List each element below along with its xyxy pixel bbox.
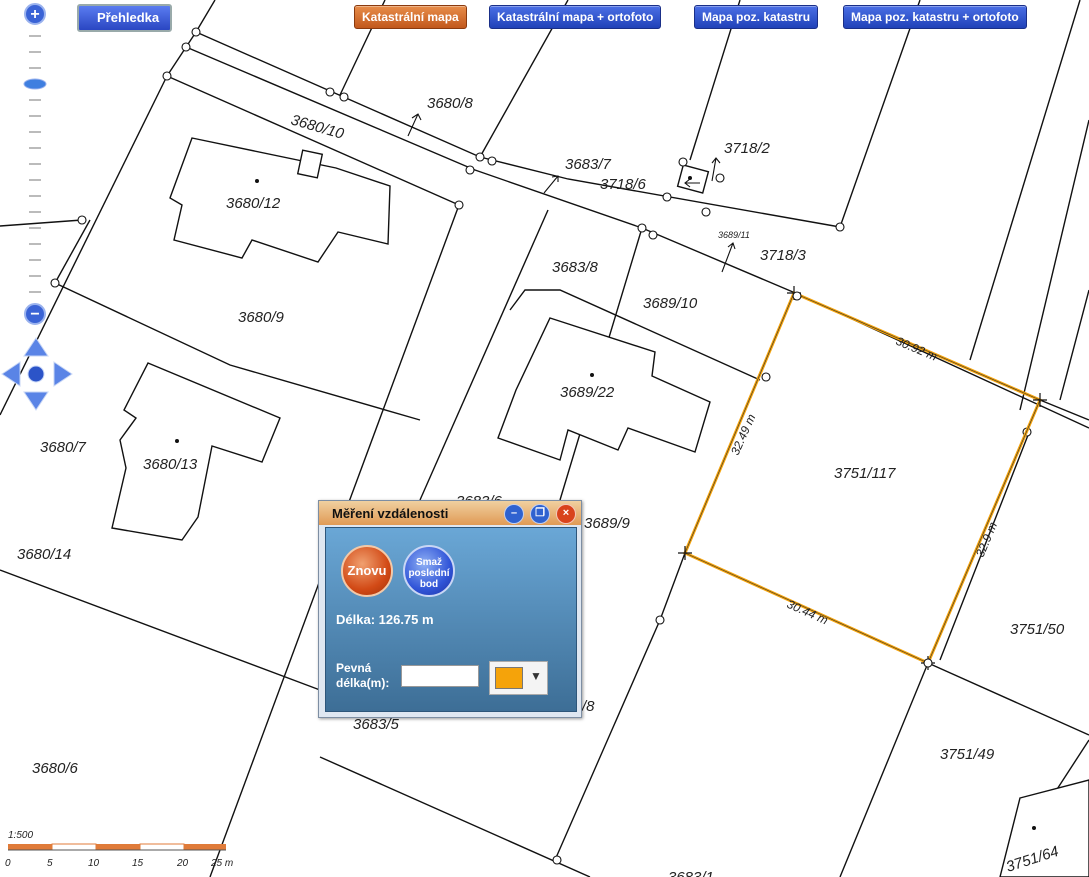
- overview-button[interactable]: Přehledka: [77, 4, 172, 32]
- parcel-label: 3683/8: [552, 259, 599, 276]
- parcel-label: 3689/11: [718, 230, 750, 240]
- close-icon[interactable]: ×: [556, 504, 576, 524]
- again-button[interactable]: Znovu: [341, 545, 393, 597]
- parcel-label: 3680/7: [40, 439, 87, 456]
- fixed-length-input[interactable]: [401, 665, 479, 687]
- parcel-label: 3718/2: [724, 140, 771, 157]
- delete-last-point-button[interactable]: Smaž poslední bod: [403, 545, 455, 597]
- zoom-slider[interactable]: [29, 35, 41, 293]
- scale-tick: 10: [88, 858, 100, 869]
- parcel-label: 3751/49: [940, 746, 995, 763]
- segment-length: 32.49 m: [728, 412, 758, 457]
- fixed-length-label-2: délka(m):: [336, 676, 390, 690]
- parcel-label: 3680/8: [427, 95, 474, 112]
- measure-distance-dialog: Měření vzdálenosti – ❐ × Znovu Smaž posl…: [318, 500, 582, 718]
- parcel-label: 3718/3: [760, 247, 807, 264]
- parcel-arrows: [407, 113, 736, 273]
- scale-bar: 1:500 0 5 10 15 20 25 m: [5, 830, 233, 869]
- parcel-label: 3680/6: [32, 760, 79, 777]
- segment-length: 32.9 m: [973, 520, 1000, 559]
- parcel-label: 3683/1: [668, 869, 714, 877]
- parcel-label: /8: [581, 698, 595, 715]
- parcel-label: 3689/9: [584, 515, 631, 532]
- pan-center-icon[interactable]: [27, 365, 45, 383]
- scale-ratio: 1:500: [8, 830, 33, 841]
- parcel-label: 3689/22: [560, 384, 615, 401]
- scale-tick: 0: [5, 858, 11, 869]
- segment-length: 30.44 m: [785, 597, 830, 627]
- svg-text:−: −: [30, 306, 39, 323]
- cadastral-map[interactable]: 3680/8 3680/10 3680/12 3683/7 3718/6 371…: [0, 0, 1089, 877]
- parcel-label: 3751/117: [834, 465, 896, 482]
- building-markers: [175, 176, 1036, 830]
- layer-button-cadastral-ortho[interactable]: Katastrální mapa + ortofoto: [489, 5, 662, 29]
- scale-tick: 20: [176, 858, 189, 869]
- parcel-label: 3683/5: [353, 716, 400, 733]
- parcel-label: 3680/13: [143, 456, 198, 473]
- buildings: [111, 137, 1089, 877]
- layer-button-cadastre-ortho[interactable]: Mapa poz. katastru + ortofoto: [843, 5, 1027, 29]
- zoom-pan-control: + −: [1, 3, 73, 411]
- zoom-slider-handle[interactable]: [23, 78, 47, 90]
- minimize-icon[interactable]: –: [504, 504, 524, 524]
- parcel-label: 3680/10: [289, 112, 346, 143]
- fixed-length-label: Pevná: [336, 661, 372, 675]
- dropdown-arrow-icon: ▼: [530, 669, 542, 683]
- pan-right-icon[interactable]: [53, 361, 73, 387]
- scale-tick: 15: [132, 858, 144, 869]
- total-length: Délka: 126.75 m: [336, 612, 434, 627]
- parcel-label: 3718/6: [600, 176, 647, 193]
- parcel-label: 3689/10: [643, 295, 698, 312]
- pan-left-icon[interactable]: [1, 361, 21, 387]
- layer-button-cadastre-map[interactable]: Mapa poz. katastru: [694, 5, 819, 29]
- parcel-label: 3680/9: [238, 309, 285, 326]
- pan-down-icon[interactable]: [23, 391, 49, 411]
- zoom-out-button[interactable]: −: [24, 303, 46, 325]
- parcel-label: 3751/50: [1010, 621, 1065, 638]
- color-swatch: [495, 667, 523, 689]
- layer-button-cadastral-map[interactable]: Katastrální mapa: [354, 5, 467, 29]
- parcel-label: 3680/12: [226, 195, 281, 212]
- dialog-title: Měření vzdálenosti: [332, 506, 449, 521]
- restore-icon[interactable]: ❐: [530, 504, 550, 524]
- pan-up-icon[interactable]: [23, 337, 49, 357]
- line-color-select[interactable]: ▼: [489, 661, 548, 695]
- svg-text:+: +: [30, 6, 39, 23]
- zoom-in-button[interactable]: +: [24, 3, 46, 25]
- parcel-label: 3683/7: [565, 156, 612, 173]
- scale-tick: 5: [47, 858, 53, 869]
- parcel-label: 3680/14: [17, 546, 71, 563]
- dialog-titlebar[interactable]: Měření vzdálenosti – ❐ ×: [319, 501, 581, 525]
- scale-tick: 25 m: [210, 858, 233, 869]
- segment-length: 30.92 m: [894, 334, 939, 364]
- dialog-body: Znovu Smaž poslední bod Délka: 126.75 m …: [325, 527, 577, 712]
